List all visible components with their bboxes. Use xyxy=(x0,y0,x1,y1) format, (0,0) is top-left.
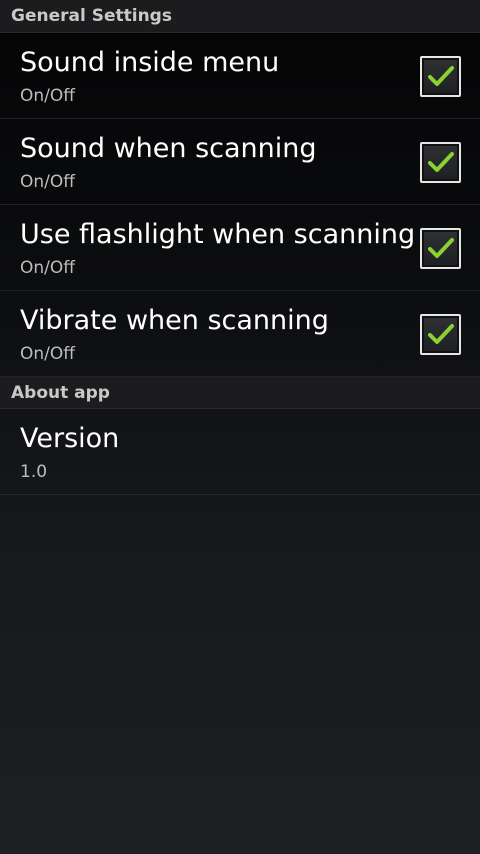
pref-title: Vibrate when scanning xyxy=(20,305,329,336)
section-header-general: General Settings xyxy=(0,0,480,33)
checkmark-icon xyxy=(428,238,454,258)
pref-version[interactable]: Version 1.0 xyxy=(0,409,480,495)
pref-summary: On/Off xyxy=(20,172,75,192)
version-title: Version xyxy=(20,423,120,454)
pref-summary: On/Off xyxy=(20,344,75,364)
sound-when-scanning-checkbox[interactable] xyxy=(420,142,461,183)
checkmark-icon xyxy=(428,152,454,172)
vibrate-when-scanning-checkbox[interactable] xyxy=(420,314,461,355)
pref-vibrate-when-scanning[interactable]: Vibrate when scanning On/Off xyxy=(0,291,480,377)
pref-use-flashlight[interactable]: Use flashlight when scanning On/Off xyxy=(0,205,480,291)
checkmark-icon xyxy=(428,66,454,86)
checkmark-icon xyxy=(428,324,454,344)
pref-title: Sound inside menu xyxy=(20,47,280,78)
pref-title: Sound when scanning xyxy=(20,133,317,164)
pref-title: Use flashlight when scanning xyxy=(20,219,416,250)
use-flashlight-checkbox[interactable] xyxy=(420,228,461,269)
pref-sound-inside-menu[interactable]: Sound inside menu On/Off xyxy=(0,33,480,119)
settings-screen: General Settings Sound inside menu On/Of… xyxy=(0,0,480,495)
pref-summary: On/Off xyxy=(20,86,75,106)
pref-summary: On/Off xyxy=(20,258,75,278)
section-header-about: About app xyxy=(0,377,480,409)
version-value: 1.0 xyxy=(20,462,48,482)
sound-inside-menu-checkbox[interactable] xyxy=(420,56,461,97)
pref-sound-when-scanning[interactable]: Sound when scanning On/Off xyxy=(0,119,480,205)
